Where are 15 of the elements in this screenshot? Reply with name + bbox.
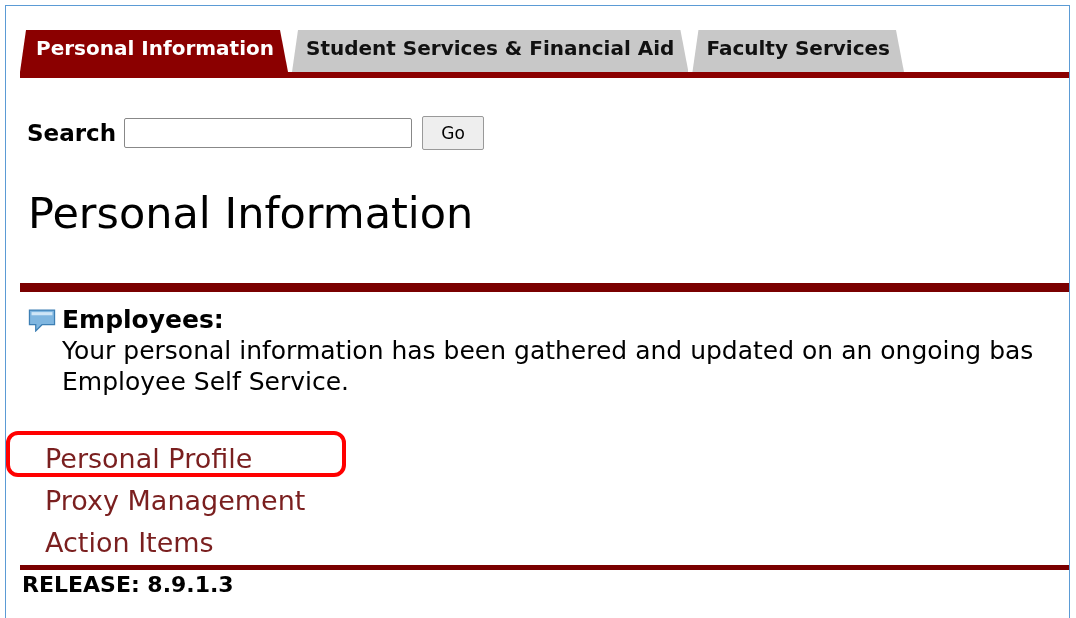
release-text: RELEASE: 8.9.1.3 — [22, 572, 235, 597]
info-text: Employee Self Service. — [62, 366, 351, 397]
tab[interactable]: Student Services & Financial Aid — [292, 30, 689, 72]
menu-link[interactable]: Proxy Management — [45, 484, 306, 516]
info-text: Your personal information has been gathered and updated on an ongoing bas — [62, 335, 1034, 366]
tab[interactable]: Personal Information — [20, 30, 288, 72]
tab[interactable]: Faculty Services — [692, 30, 904, 72]
page-heading: Personal Information — [28, 188, 475, 238]
info-title: Employees: — [62, 304, 225, 335]
search-label: Search — [27, 120, 117, 146]
search-field[interactable] — [124, 118, 413, 148]
go-button[interactable]: Go — [422, 116, 485, 150]
menu-link[interactable]: Personal Profile — [45, 442, 253, 474]
menu-link[interactable]: Action Items — [45, 526, 214, 558]
speech-bubble-icon — [28, 309, 56, 332]
